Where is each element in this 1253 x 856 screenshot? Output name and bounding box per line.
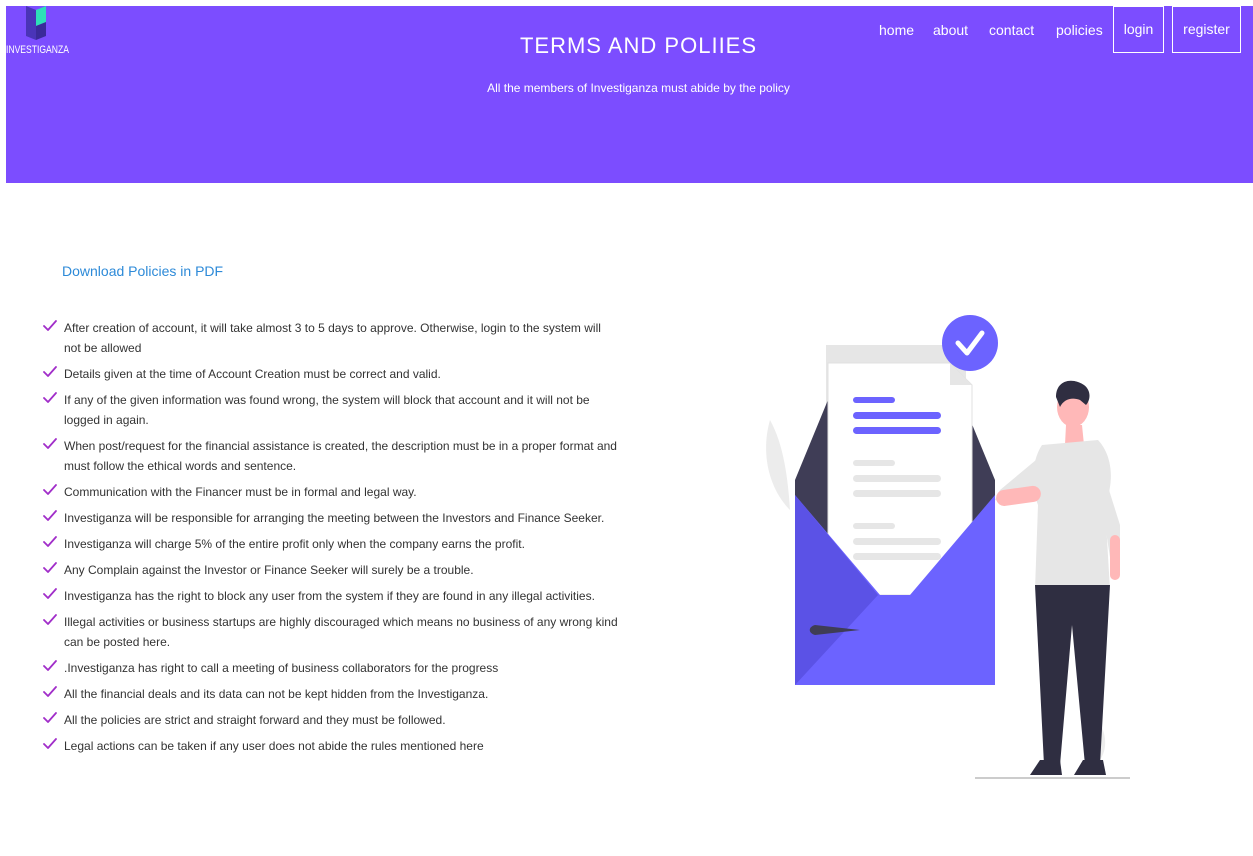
person-document-illustration (766, 315, 1130, 779)
policy-text: All the policies are strict and straight… (64, 713, 446, 727)
policy-text: When post/request for the financial assi… (64, 439, 617, 473)
policy-text: Investiganza has the right to block any … (64, 589, 595, 603)
check-icon (43, 614, 57, 625)
register-button[interactable]: register (1172, 6, 1241, 53)
policy-item: Illegal activities or business startups … (43, 612, 618, 652)
policy-item: All the policies are strict and straight… (43, 710, 618, 730)
check-icon (43, 484, 57, 495)
policy-text: Legal actions can be taken if any user d… (64, 739, 484, 753)
policy-text: If any of the given information was foun… (64, 393, 590, 427)
nav-about-link[interactable]: about (933, 22, 968, 38)
policy-text: Any Complain against the Investor or Fin… (64, 563, 474, 577)
policy-text: Illegal activities or business startups … (64, 615, 618, 649)
policy-item: Communication with the Financer must be … (43, 482, 618, 502)
page-subtitle: All the members of Investiganza must abi… (487, 81, 790, 95)
policy-item: Details given at the time of Account Cre… (43, 364, 618, 384)
check-icon (43, 712, 57, 723)
policy-item: After creation of account, it will take … (43, 318, 618, 358)
check-icon (43, 660, 57, 671)
check-icon (43, 366, 57, 377)
nav-policies-link[interactable]: policies (1056, 22, 1103, 38)
check-icon (43, 320, 57, 331)
header-banner: INVESTIGANZA TERMS AND POLIIES All the m… (6, 6, 1253, 183)
policy-text: Communication with the Financer must be … (64, 485, 417, 499)
policy-text: All the financial deals and its data can… (64, 687, 489, 701)
policy-text: Details given at the time of Account Cre… (64, 367, 441, 381)
policy-text: Investiganza will be responsible for arr… (64, 511, 605, 525)
login-button[interactable]: login (1113, 6, 1164, 53)
check-icon (43, 588, 57, 599)
policy-item: When post/request for the financial assi… (43, 436, 618, 476)
policy-item: Legal actions can be taken if any user d… (43, 736, 618, 756)
nav-contact-link[interactable]: contact (989, 22, 1034, 38)
policy-item: Any Complain against the Investor or Fin… (43, 560, 618, 580)
policy-list: After creation of account, it will take … (43, 318, 618, 762)
check-icon (43, 686, 57, 697)
policy-item: All the financial deals and its data can… (43, 684, 618, 704)
check-icon (43, 438, 57, 449)
nav-home-link[interactable]: home (879, 22, 914, 38)
policy-item: Investiganza will be responsible for arr… (43, 508, 618, 528)
policy-item: .Investiganza has right to call a meetin… (43, 658, 618, 678)
check-icon (43, 392, 57, 403)
check-icon (43, 536, 57, 547)
policy-item: Investiganza will charge 5% of the entir… (43, 534, 618, 554)
download-pdf-link[interactable]: Download Policies in PDF (62, 263, 223, 279)
check-icon (43, 510, 57, 521)
policy-text: After creation of account, it will take … (64, 321, 601, 355)
policy-text: Investiganza will charge 5% of the entir… (64, 537, 525, 551)
check-icon (43, 738, 57, 749)
policy-item: Investiganza has the right to block any … (43, 586, 618, 606)
document-illustration (760, 305, 1140, 785)
top-nav: home about contact policies login regist… (847, 6, 1247, 56)
policies-page: INVESTIGANZA TERMS AND POLIIES All the m… (0, 0, 1253, 856)
policy-item: If any of the given information was foun… (43, 390, 618, 430)
policy-text: .Investiganza has right to call a meetin… (64, 661, 499, 675)
check-icon (43, 562, 57, 573)
